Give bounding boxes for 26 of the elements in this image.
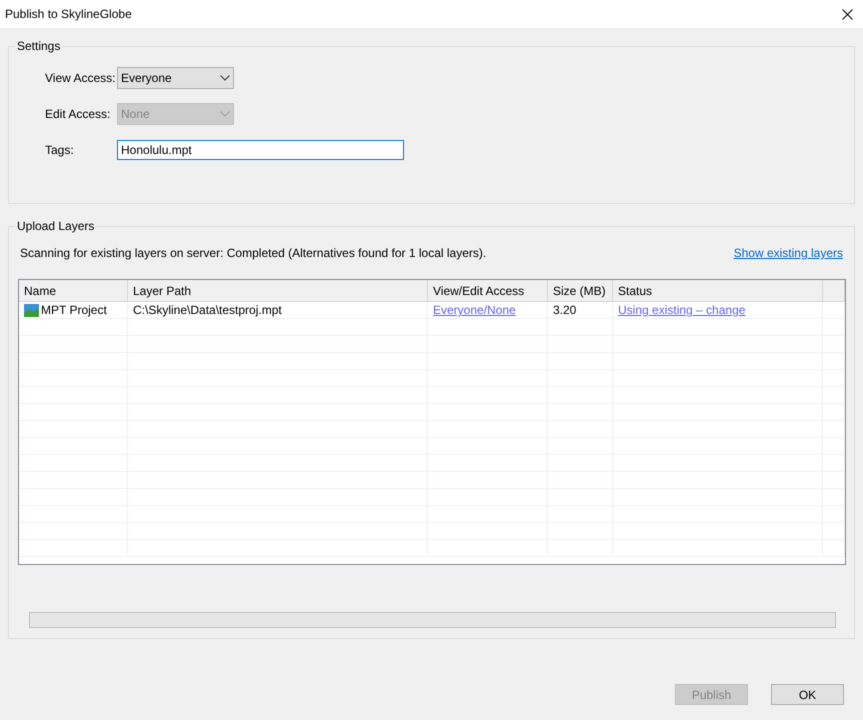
dropdown[interactable]: Everyone <box>117 67 234 89</box>
landscape-icon <box>24 304 39 316</box>
table-cell: C:\Skyline\Data\testproj.mpt <box>128 302 428 318</box>
dialog-button[interactable]: OK <box>771 684 844 705</box>
scan-status-text: Scanning for existing layers on server: Completed (Alternatives found for 1 local layers). <box>20 245 486 262</box>
close-icon <box>842 8 852 20</box>
column-header[interactable]: View/Edit Access <box>428 280 548 301</box>
chevron-down-icon <box>220 75 230 81</box>
chevron-down-icon <box>220 111 230 117</box>
field-label: View Access: <box>45 70 116 87</box>
column-header[interactable]: Layer Path <box>128 280 428 301</box>
group-title: Settings <box>15 39 62 53</box>
field-label: Edit Access: <box>45 106 112 123</box>
show-existing-layers-link[interactable]: Show existing layers <box>734 244 843 262</box>
table-link[interactable]: Everyone/None <box>433 301 516 319</box>
close-button[interactable] <box>839 6 855 22</box>
tags-field[interactable]: Honolulu.mpt <box>117 140 404 160</box>
table-link[interactable]: Using existing – change <box>618 301 746 319</box>
field-label: Tags: <box>45 142 75 159</box>
column-header[interactable]: Status <box>613 280 823 301</box>
window-title: Publish to SkylineGlobe <box>5 6 132 23</box>
column-header[interactable]: Size (MB) <box>548 280 613 301</box>
column-header[interactable]: Name <box>19 280 128 301</box>
table-cell: MPT Project <box>19 302 128 318</box>
group-title: Upload Layers <box>15 219 96 233</box>
table-cell: 3.20 <box>548 302 613 318</box>
